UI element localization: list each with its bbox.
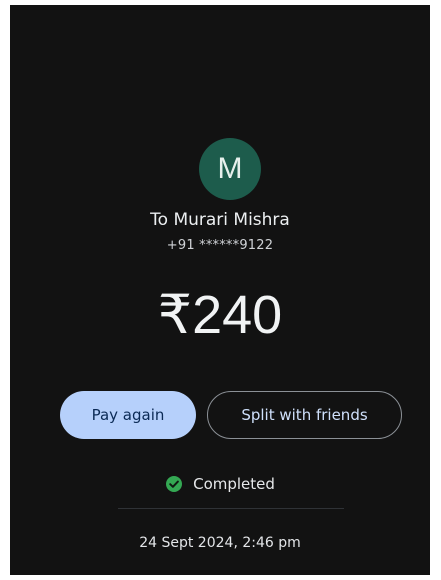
- avatar-initial: M: [217, 152, 243, 185]
- transaction-timestamp: 24 Sept 2024, 2:46 pm: [139, 535, 301, 551]
- recipient-phone: +91 ******9122: [166, 238, 274, 253]
- pay-again-button[interactable]: Pay again: [60, 391, 196, 439]
- payment-amount: ₹240: [157, 285, 283, 345]
- transaction-details-screen: M To Murari Mishra +91 ******9122 ₹240 P…: [10, 5, 430, 575]
- split-with-friends-button[interactable]: Split with friends: [207, 391, 402, 439]
- recipient-avatar: M: [199, 138, 261, 200]
- status-label: Completed: [193, 475, 275, 493]
- recipient-name: To Murari Mishra: [150, 210, 290, 230]
- payment-status: Completed: [10, 475, 430, 493]
- divider: [118, 508, 344, 509]
- check-circle-icon: [165, 475, 183, 493]
